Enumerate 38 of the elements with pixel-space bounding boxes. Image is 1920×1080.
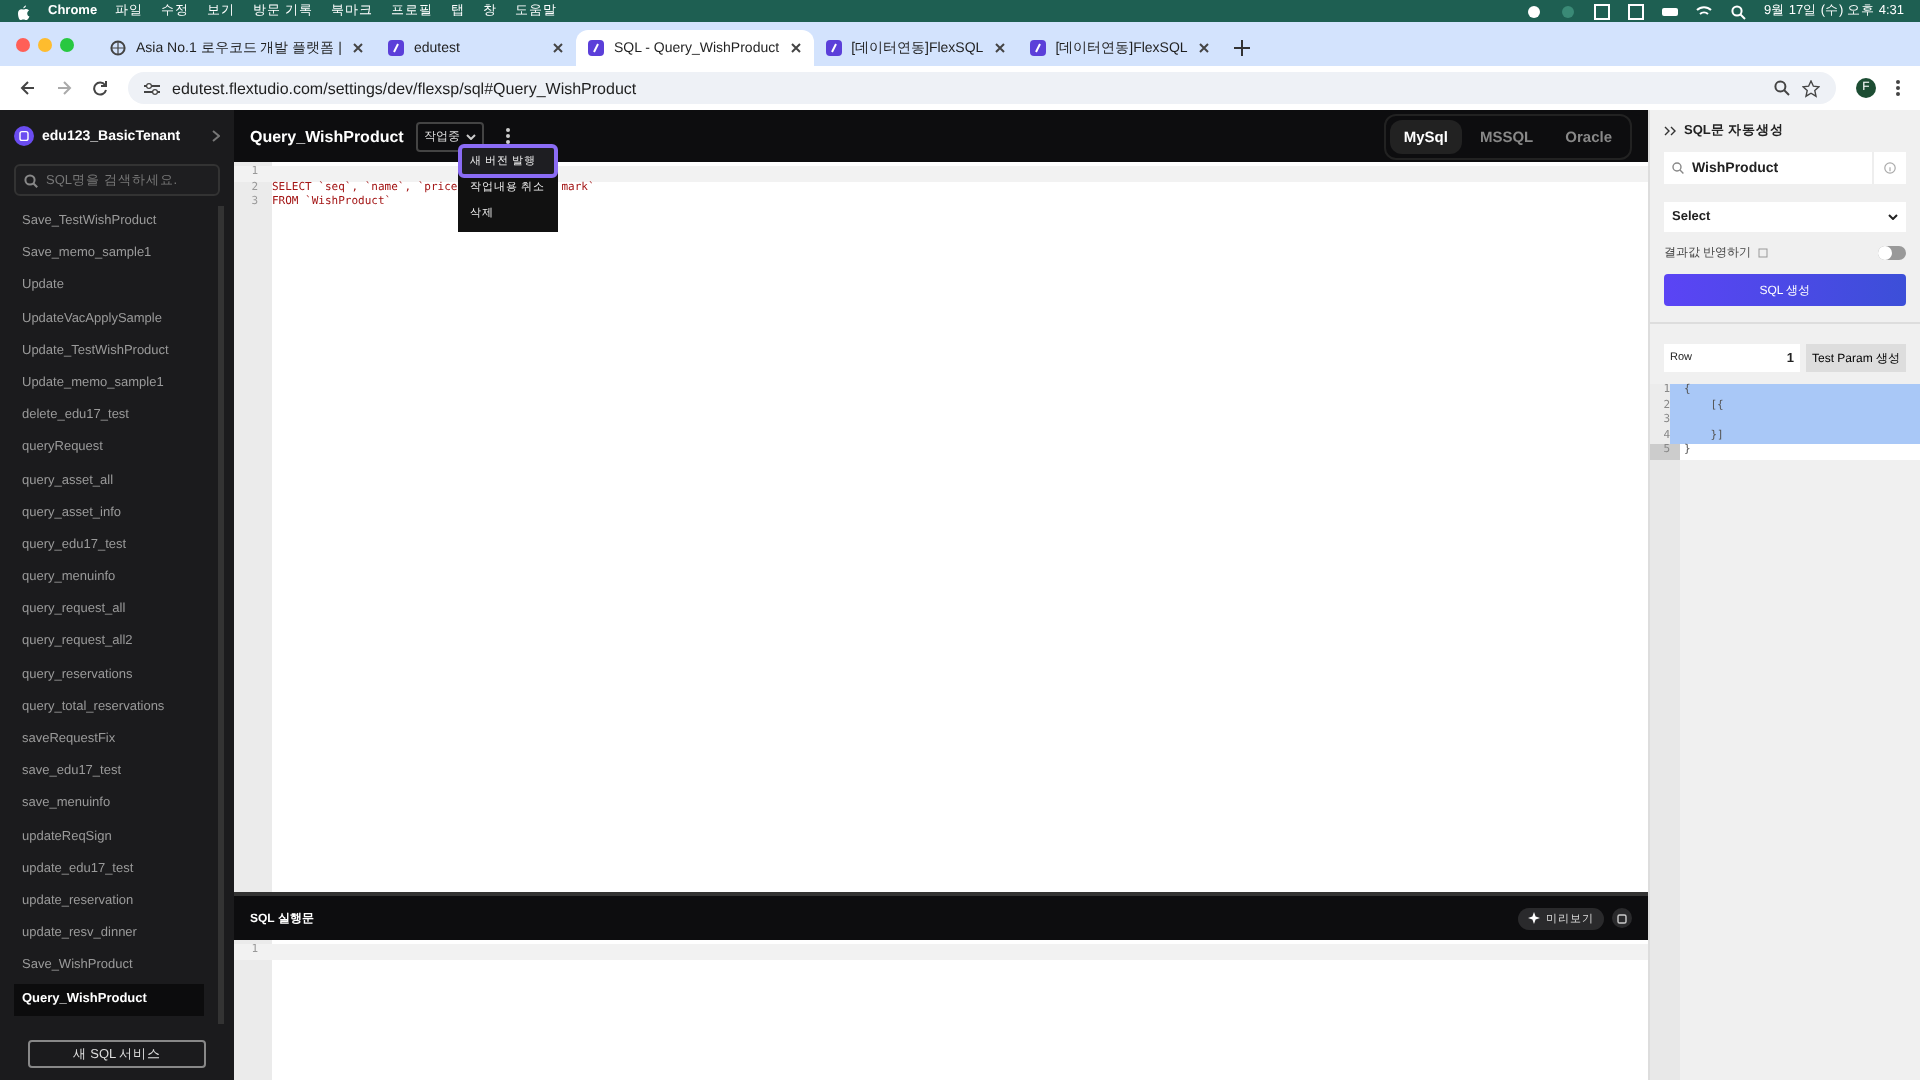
- zoom-icon[interactable]: [1774, 80, 1790, 96]
- apple-icon: [16, 3, 30, 19]
- star-icon[interactable]: [1802, 79, 1820, 97]
- site-settings-icon: [144, 81, 160, 95]
- chevron-right-icon[interactable]: [212, 130, 220, 142]
- copy-icon[interactable]: [1616, 912, 1628, 924]
- search-icon: [24, 174, 38, 188]
- database-icon: [14, 126, 34, 146]
- record-icon[interactable]: [1525, 3, 1542, 19]
- sparkle-icon: [1528, 912, 1540, 924]
- battery-icon[interactable]: [1661, 3, 1678, 19]
- toggle-switch[interactable]: [1878, 246, 1906, 260]
- close-icon[interactable]: [1197, 42, 1210, 54]
- search-icon[interactable]: [1729, 3, 1746, 19]
- wifi-icon[interactable]: [1695, 3, 1712, 19]
- back-icon[interactable]: [20, 80, 36, 96]
- chevron-down-icon: [465, 133, 476, 139]
- close-icon[interactable]: [993, 42, 1006, 54]
- chevron-down-icon: [1888, 214, 1898, 220]
- address-field[interactable]: edutest.flextudio.com/settings/dev/flexsp/sql#Query_WishProduct: [128, 72, 1836, 104]
- sql-title: Query_WishProduct: [250, 127, 404, 145]
- site-icon: [825, 40, 842, 56]
- site-icon: [387, 40, 404, 56]
- close-icon[interactable]: [789, 42, 802, 54]
- input-source-icon[interactable]: [1627, 3, 1644, 19]
- search-icon: [1672, 162, 1684, 174]
- dot-icon[interactable]: [1559, 3, 1576, 19]
- close-icon[interactable]: [351, 42, 364, 54]
- site-icon: [1029, 40, 1046, 56]
- n-square-icon[interactable]: [1593, 3, 1610, 19]
- close-icon[interactable]: [551, 42, 564, 54]
- checkbox-icon: [1757, 248, 1768, 258]
- new-tab-icon[interactable]: [1233, 40, 1250, 56]
- site-icon: [587, 40, 604, 56]
- double-chevron-icon[interactable]: [1664, 126, 1676, 136]
- globe-icon: [110, 40, 126, 56]
- reload-icon[interactable]: [92, 80, 108, 96]
- more-icon[interactable]: [505, 128, 510, 144]
